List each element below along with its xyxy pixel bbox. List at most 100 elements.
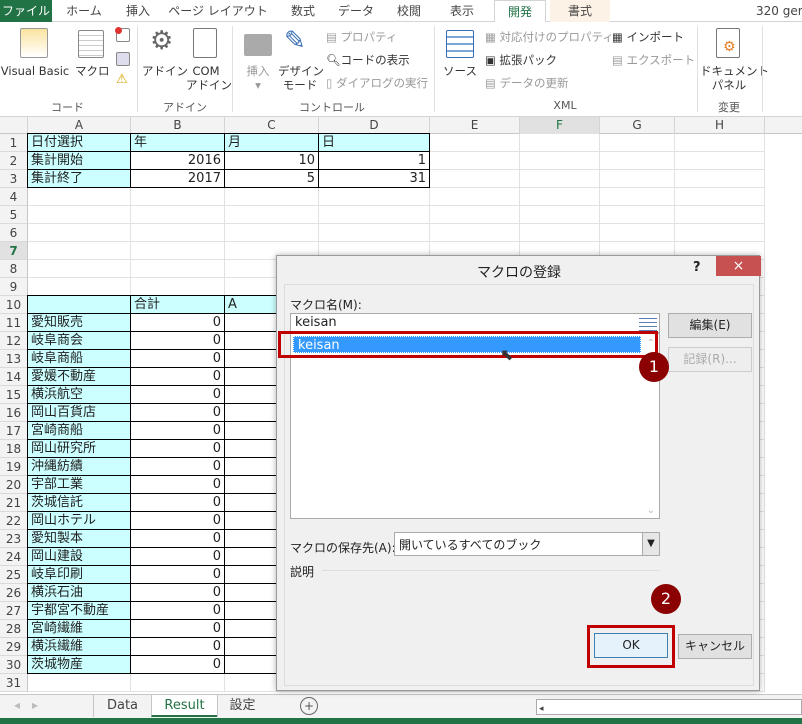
record-button[interactable]: 記録(R)...	[668, 347, 752, 372]
cell[interactable]	[28, 278, 131, 296]
cell-D3[interactable]: 31	[318, 169, 430, 188]
cell[interactable]	[600, 224, 675, 242]
cell[interactable]	[430, 206, 520, 224]
tab-9[interactable]: 書式	[550, 0, 610, 22]
cell-A17[interactable]: 宮崎商船	[27, 421, 131, 440]
document-panel-button[interactable]: ドキュメント パネル	[700, 64, 769, 92]
tab-7[interactable]: 表示	[436, 0, 488, 22]
cell-B14[interactable]: 0	[130, 367, 225, 386]
macro-button[interactable]: マクロ	[75, 64, 110, 78]
cell[interactable]	[675, 170, 765, 188]
cell[interactable]	[28, 206, 131, 224]
tab-1[interactable]: ホーム	[58, 0, 110, 22]
cell[interactable]	[600, 170, 675, 188]
source-button[interactable]: ソース	[440, 64, 480, 78]
cell[interactable]	[131, 206, 225, 224]
column-header-E[interactable]: E	[430, 117, 520, 134]
addin-button[interactable]: アドイン	[142, 64, 188, 78]
cell[interactable]	[28, 260, 131, 278]
macro-list[interactable]: keisan ⌃ ⌄	[290, 333, 660, 519]
row-header-31[interactable]: 31	[0, 674, 28, 692]
column-header-B[interactable]: B	[131, 117, 225, 134]
cell-A25[interactable]: 岐阜印刷	[27, 565, 131, 584]
run-dialog-button[interactable]: ▯ ダイアログの実行	[326, 76, 428, 90]
tab-2[interactable]: 挿入	[112, 0, 164, 22]
cell-B27[interactable]: 0	[130, 601, 225, 620]
cell-B3[interactable]: 2017	[130, 169, 225, 188]
cell[interactable]	[600, 152, 675, 170]
record-macro-icon[interactable]	[115, 27, 130, 42]
refresh-data-button[interactable]: ▤ データの更新	[485, 76, 569, 90]
cell[interactable]	[675, 224, 765, 242]
cell-A22[interactable]: 岡山ホテル	[27, 511, 131, 530]
cell[interactable]	[131, 224, 225, 242]
cell[interactable]	[520, 188, 600, 206]
cell-A13[interactable]: 岐阜商船	[27, 349, 131, 368]
cell[interactable]	[131, 242, 225, 260]
cell-A20[interactable]: 宇部工業	[27, 475, 131, 494]
cancel-button[interactable]: キャンセル	[678, 634, 752, 659]
cell[interactable]	[319, 224, 430, 242]
cell-B16[interactable]: 0	[130, 403, 225, 422]
select-all-corner[interactable]	[0, 117, 28, 134]
expansion-pack-button[interactable]: ▣ 拡張パック	[485, 53, 557, 67]
cell[interactable]	[600, 188, 675, 206]
cell[interactable]	[131, 674, 225, 692]
cell-B19[interactable]: 0	[130, 457, 225, 476]
sheet-tab-1[interactable]: Result	[151, 695, 217, 717]
cell-B11[interactable]: 0	[130, 313, 225, 332]
edit-button[interactable]: 編集(E)	[668, 313, 752, 338]
row-header-11[interactable]: 11	[0, 314, 28, 332]
row-header-18[interactable]: 18	[0, 440, 28, 458]
sheet-tab-2[interactable]: 設定	[217, 695, 267, 717]
cell[interactable]	[675, 152, 765, 170]
cell-A24[interactable]: 岡山建設	[27, 547, 131, 566]
row-header-19[interactable]: 19	[0, 458, 28, 476]
cell[interactable]	[28, 242, 131, 260]
cell-B15[interactable]: 0	[130, 385, 225, 404]
export-button[interactable]: ▤ エクスポート	[612, 53, 695, 67]
cell-B28[interactable]: 0	[130, 619, 225, 638]
row-header-13[interactable]: 13	[0, 350, 28, 368]
cell[interactable]	[430, 134, 520, 152]
cell-B30[interactable]: 0	[130, 655, 225, 674]
cell[interactable]	[28, 674, 131, 692]
cell[interactable]	[131, 260, 225, 278]
row-header-10[interactable]: 10	[0, 296, 28, 314]
view-code-button[interactable]: 🔍︎コードの表示	[326, 53, 410, 67]
visual-basic-button[interactable]: Visual Basic	[0, 64, 70, 78]
collapse-dialog-icon[interactable]	[639, 315, 657, 331]
tab-8[interactable]: 開発	[494, 0, 546, 23]
cell-B21[interactable]: 0	[130, 493, 225, 512]
row-header-6[interactable]: 6	[0, 224, 28, 242]
cell-A26[interactable]: 横浜石油	[27, 583, 131, 602]
import-button[interactable]: ▦ インポート	[612, 30, 684, 44]
relative-ref-icon[interactable]	[116, 52, 130, 66]
scroll-right-icon[interactable]: ▸	[32, 698, 38, 712]
cell-A30[interactable]: 茨城物産	[27, 655, 131, 674]
cell[interactable]	[675, 188, 765, 206]
cell-A18[interactable]: 岡山研究所	[27, 439, 131, 458]
cell-B18[interactable]: 0	[130, 439, 225, 458]
row-header-16[interactable]: 16	[0, 404, 28, 422]
cell-A11[interactable]: 愛知販売	[27, 313, 131, 332]
cell[interactable]	[600, 206, 675, 224]
row-header-14[interactable]: 14	[0, 368, 28, 386]
cell-B20[interactable]: 0	[130, 475, 225, 494]
horizontal-scrollbar[interactable]: ◂	[536, 699, 802, 715]
cell-A15[interactable]: 横浜航空	[27, 385, 131, 404]
macro-name-input[interactable]: keisan	[290, 313, 660, 333]
add-sheet-icon[interactable]: +	[300, 697, 318, 715]
cell-A21[interactable]: 茨城信託	[27, 493, 131, 512]
cell-D2[interactable]: 1	[318, 151, 430, 170]
cell-A10[interactable]	[27, 295, 131, 314]
row-header-2[interactable]: 2	[0, 152, 28, 170]
column-header-C[interactable]: C	[225, 117, 319, 134]
cell-A27[interactable]: 宇都宮不動産	[27, 601, 131, 620]
row-header-25[interactable]: 25	[0, 566, 28, 584]
row-header-30[interactable]: 30	[0, 656, 28, 674]
cell[interactable]	[430, 224, 520, 242]
row-header-26[interactable]: 26	[0, 584, 28, 602]
cell-A14[interactable]: 愛媛不動産	[27, 367, 131, 386]
cell[interactable]	[430, 170, 520, 188]
